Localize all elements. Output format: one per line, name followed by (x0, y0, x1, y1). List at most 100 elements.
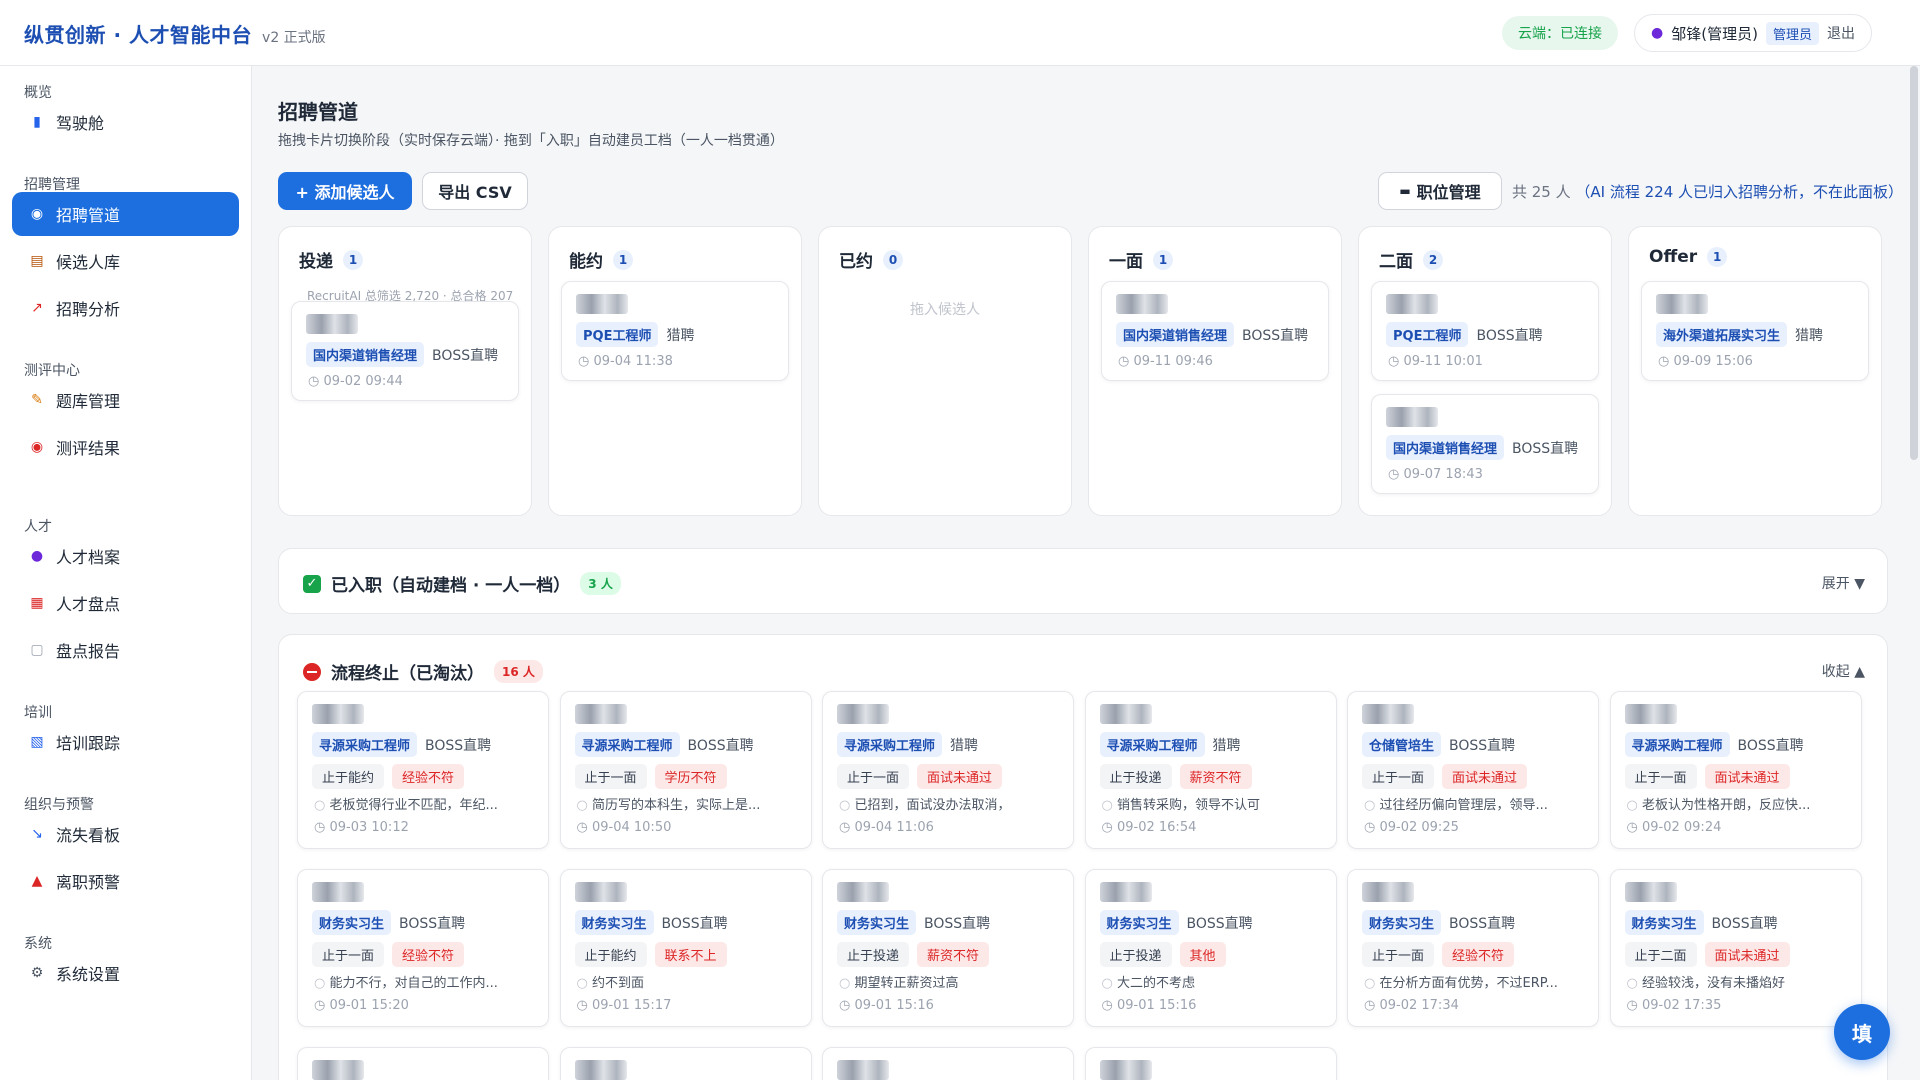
note-text: 过往经历偏向管理层，领导... (1379, 798, 1548, 813)
sidebar-item-system-settings[interactable]: ⚙ 系统设置 (12, 951, 239, 995)
terminated-candidate-card[interactable]: 财务实习生 BOSS直聘 止于二面 面试未通过 ○ 经验较浅，没有未播焰好 ◷ 09-02… (1609, 869, 1862, 1027)
candidate-card[interactable]: 国内渠道销售经理 BOSS直聘 ◷ 09-07 18:43 (1371, 394, 1599, 494)
source-label: BOSS直聘 (1449, 737, 1516, 754)
sidebar-item-question-bank[interactable]: ✎ 题库管理 (12, 378, 239, 422)
candidate-position-row: 财务实习生 BOSS直聘 (1362, 910, 1515, 935)
cloud-status-badge: 云端：已连接 (1502, 16, 1618, 50)
terminated-candidate-card[interactable]: 寻源采购工程师 BOSS直聘 止于一面 学历不符 ○ 简历写的本科生，实际上是... ◷ … (559, 691, 812, 849)
sidebar-item-recruit-analysis[interactable]: ↗ 招聘分析 (12, 286, 239, 330)
sidebar-item-attrition-board[interactable]: ↘ 流失看板 (12, 812, 239, 856)
candidate-time: ◷ 09-07 18:43 (1388, 467, 1483, 482)
sidebar-item-talent-profile[interactable]: ● 人才档案 (12, 534, 239, 578)
candidate-avatar (837, 1060, 889, 1080)
position-tag: PQE工程师 (1386, 322, 1469, 347)
comment-icon: ○ (1101, 798, 1117, 813)
sidebar-item-review-report[interactable]: ▢ 盘点报告 (12, 628, 239, 672)
terminated-candidate-card[interactable]: 财务实习生 BOSS直聘 止于一面 经验不符 ○ 在分析方面有优势，不过ERP... ◷ … (1347, 869, 1599, 1027)
sidebar-item-cockpit[interactable]: ▮ 驾驶舱 (12, 100, 239, 144)
terminated-candidate-card[interactable] (1084, 1047, 1337, 1080)
add-candidate-button[interactable]: + 添加候选人 (278, 172, 412, 210)
clock-icon: ◷ (1364, 820, 1380, 835)
clock-icon: ◷ (1118, 354, 1134, 369)
terminated-candidate-card[interactable]: 寻源采购工程师 BOSS直聘 止于能约 经验不符 ○ 老板觉得行业不匹配，年纪... ◷ … (297, 691, 549, 849)
note-text: 经验较浅，没有未播焰好 (1641, 976, 1785, 991)
fill-fab-button[interactable]: 填 (1834, 1004, 1890, 1060)
terminated-candidate-card[interactable]: 寻源采购工程师 BOSS直聘 止于一面 面试未通过 ○ 老板认为性格开朗，反应快... ◷… (1609, 691, 1862, 849)
sidebar-item-candidates[interactable]: ▤ 候选人库 (12, 239, 239, 283)
source-label: 猎聘 (1795, 327, 1824, 344)
reason-tag: 经验不符 (392, 942, 465, 967)
document-icon: ▢ (30, 642, 44, 658)
hired-count-badge: 3 人 (580, 572, 621, 595)
reason-tag: 面试未通过 (1704, 764, 1790, 789)
source-label: BOSS直聘 (1711, 915, 1778, 932)
candidate-card[interactable]: PQE工程师 BOSS直聘 ◷ 09-11 10:01 (1371, 281, 1599, 381)
terminated-candidate-card[interactable]: 财务实习生 BOSS直聘 止于投递 其他 ○ 大二的不考虑 ◷ 09-01 15:16 (1084, 869, 1337, 1027)
terminated-candidate-card[interactable]: 财务实习生 BOSS直聘 止于一面 经验不符 ○ 能力不行，对自己的工作内... ◷ 09… (297, 869, 549, 1027)
hired-panel-header: ✓ 已入职（自动建档 · 一人一档） 3 人 (303, 571, 621, 596)
reason-tag: 面试未通过 (1442, 764, 1528, 789)
candidate-time: ◷ 09-01 15:17 (577, 998, 672, 1013)
sidebar-item-label: 测评结果 (56, 439, 121, 458)
source-label: 猎聘 (666, 327, 695, 344)
logout-link[interactable]: 退出 (1827, 23, 1855, 43)
candidate-card[interactable]: PQE工程师 猎聘 ◷ 09-04 11:38 (561, 281, 789, 381)
status-row: 止于一面 学历不符 (574, 764, 727, 789)
candidate-position-row: PQE工程师 猎聘 (576, 322, 694, 347)
export-csv-button[interactable]: 导出 CSV (422, 172, 528, 210)
time-value: 09-01 15:16 (854, 998, 934, 1013)
sidebar-item-training-tracking[interactable]: ▧ 培训跟踪 (12, 720, 239, 764)
hired-expand-toggle[interactable]: 展开 ▼ (1822, 573, 1865, 593)
time-value: 09-02 17:35 (1641, 998, 1722, 1013)
note-text: 大二的不考虑 (1116, 976, 1195, 991)
sidebar-section-system: 系统 (24, 936, 52, 952)
candidate-avatar (306, 314, 358, 334)
source-label: BOSS直聘 (1186, 915, 1253, 932)
terminated-candidate-card[interactable]: 寻源采购工程师 猎聘 止于一面 面试未通过 ○ 已招到，面试没办法取消， ◷ 09-04 … (822, 691, 1074, 849)
candidate-card[interactable]: 国内渠道销售经理 BOSS直聘 ◷ 09-02 09:44 (291, 301, 519, 401)
time-value: 09-02 09:44 (323, 374, 403, 389)
sidebar-item-resignation-alert[interactable]: ▲ 离职预警 (12, 859, 239, 903)
position-manage-button[interactable]: ▬ 职位管理 (1378, 172, 1502, 210)
comment-icon: ○ (1364, 798, 1380, 813)
sidebar-section-talent: 人才 (24, 519, 52, 535)
position-tag: 仓储管培生 (1362, 732, 1442, 757)
page-subtitle: 拖拽卡片切换阶段（实时保存云端）· 拖到「入职」自动建员工档（一人一档贯通） (278, 133, 784, 149)
terminated-candidate-card[interactable]: 财务实习生 BOSS直聘 止于投递 薪资不符 ○ 期望转正薪资过高 ◷ 09-01 15:… (822, 869, 1074, 1027)
comment-icon: ○ (1626, 976, 1642, 991)
candidate-position-row: 寻源采购工程师 BOSS直聘 (574, 732, 754, 757)
candidate-position-row: 寻源采购工程师 BOSS直聘 (312, 732, 491, 757)
terminated-candidate-card[interactable] (297, 1047, 549, 1080)
stage-tag: 止于一面 (574, 764, 647, 789)
terminated-candidate-card[interactable] (822, 1047, 1074, 1080)
sidebar-item-label: 培训跟踪 (56, 734, 121, 753)
reason-tag: 经验不符 (1442, 942, 1515, 967)
terminated-candidate-card[interactable]: 寻源采购工程师 猎聘 止于投递 薪资不符 ○ 销售转采购，领导不认可 ◷ 09-02 16… (1084, 691, 1337, 849)
candidate-time: ◷ 09-02 09:24 (1627, 820, 1722, 835)
candidate-position-row: 寻源采购工程师 猎聘 (837, 732, 978, 757)
terminated-collapse-toggle[interactable]: 收起 ▲ (1822, 661, 1865, 681)
candidate-card[interactable]: 海外渠道拓展实习生 猎聘 ◷ 09-09 15:06 (1641, 281, 1869, 381)
sidebar-section-org-alert: 组织与预警 (24, 797, 94, 813)
candidate-avatar (1624, 704, 1677, 724)
clock-icon: ◷ (314, 820, 330, 835)
sidebar-item-talent-review[interactable]: ▦ 人才盘点 (12, 581, 239, 625)
sidebar-item-assessment-results[interactable]: ◉ 测评结果 (12, 425, 239, 469)
comment-icon: ○ (1626, 798, 1642, 813)
sidebar-item-pipeline[interactable]: ◉ 招聘管道 (12, 192, 239, 236)
terminated-candidate-card[interactable]: 财务实习生 BOSS直聘 止于能约 联系不上 ○ 约不到面 ◷ 09-01 15:17 (559, 869, 812, 1027)
sidebar-item-label: 人才盘点 (56, 595, 121, 614)
source-label: BOSS直聘 (924, 915, 991, 932)
terminated-candidate-card[interactable]: 仓储管培生 BOSS直聘 止于一面 面试未通过 ○ 过往经历偏向管理层，领导... ◷ 0… (1347, 691, 1599, 849)
terminated-candidate-card[interactable] (559, 1047, 812, 1080)
note-text: 期望转正薪资过高 (854, 976, 959, 991)
user-menu[interactable]: ● 邹锋(管理员) 管理员 退出 (1634, 14, 1872, 52)
clock-icon: ◷ (576, 820, 592, 835)
scrollbar[interactable] (1910, 66, 1918, 460)
status-row: 止于能约 联系不上 (574, 942, 727, 967)
candidate-card[interactable]: 国内渠道销售经理 BOSS直聘 ◷ 09-11 09:46 (1101, 281, 1329, 381)
status-row: 止于一面 面试未通过 (1362, 764, 1528, 789)
time-value: 09-11 10:01 (1403, 354, 1483, 369)
candidate-position-row: 财务实习生 BOSS直聘 (574, 910, 728, 935)
drop-zone-hint[interactable]: 拖入候选人 (819, 299, 1071, 319)
